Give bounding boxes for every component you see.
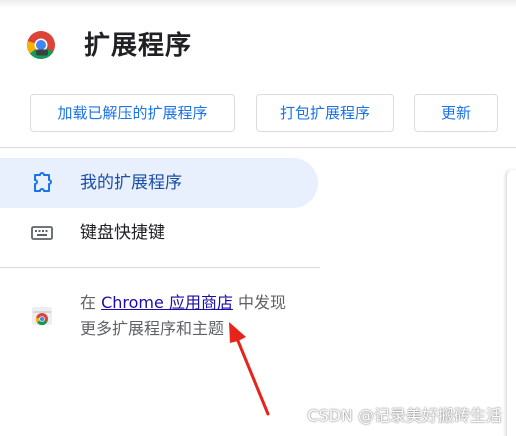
page-title: 扩展程序 xyxy=(84,31,193,61)
chrome-web-store-icon xyxy=(32,307,52,326)
keyboard-icon xyxy=(31,226,53,240)
puzzle-icon xyxy=(34,172,52,192)
page-header: 扩展程序 加载已解压的扩展程序 打包扩展程序 更新 xyxy=(0,0,516,148)
sidebar-item-label: 键盘快捷键 xyxy=(80,223,165,243)
promo-line2: 更多扩展程序和主题 xyxy=(80,319,225,338)
promo-prefix: 在 xyxy=(80,293,102,312)
sidebar-divider xyxy=(0,267,320,268)
sidebar-item-label: 我的扩展程序 xyxy=(80,173,182,193)
pack-extension-button[interactable]: 打包扩展程序 xyxy=(256,94,394,132)
load-unpacked-button[interactable]: 加载已解压的扩展程序 xyxy=(30,94,235,132)
web-store-promo: 在 Chrome 应用商店 中发现 更多扩展程序和主题 xyxy=(80,290,320,342)
promo-suffix: 中发现 xyxy=(232,293,287,312)
chrome-web-store-link[interactable]: Chrome 应用商店 xyxy=(101,293,233,312)
sidebar-item-keyboard-shortcuts[interactable]: 键盘快捷键 xyxy=(0,208,318,258)
content-card-edge xyxy=(506,170,516,436)
sidebar-item-my-extensions[interactable]: 我的扩展程序 xyxy=(0,158,318,208)
update-button[interactable]: 更新 xyxy=(414,94,498,132)
csdn-watermark: CSDN @记录美好搬砖生活 xyxy=(307,406,502,425)
chrome-dev-logo-icon xyxy=(26,31,55,59)
